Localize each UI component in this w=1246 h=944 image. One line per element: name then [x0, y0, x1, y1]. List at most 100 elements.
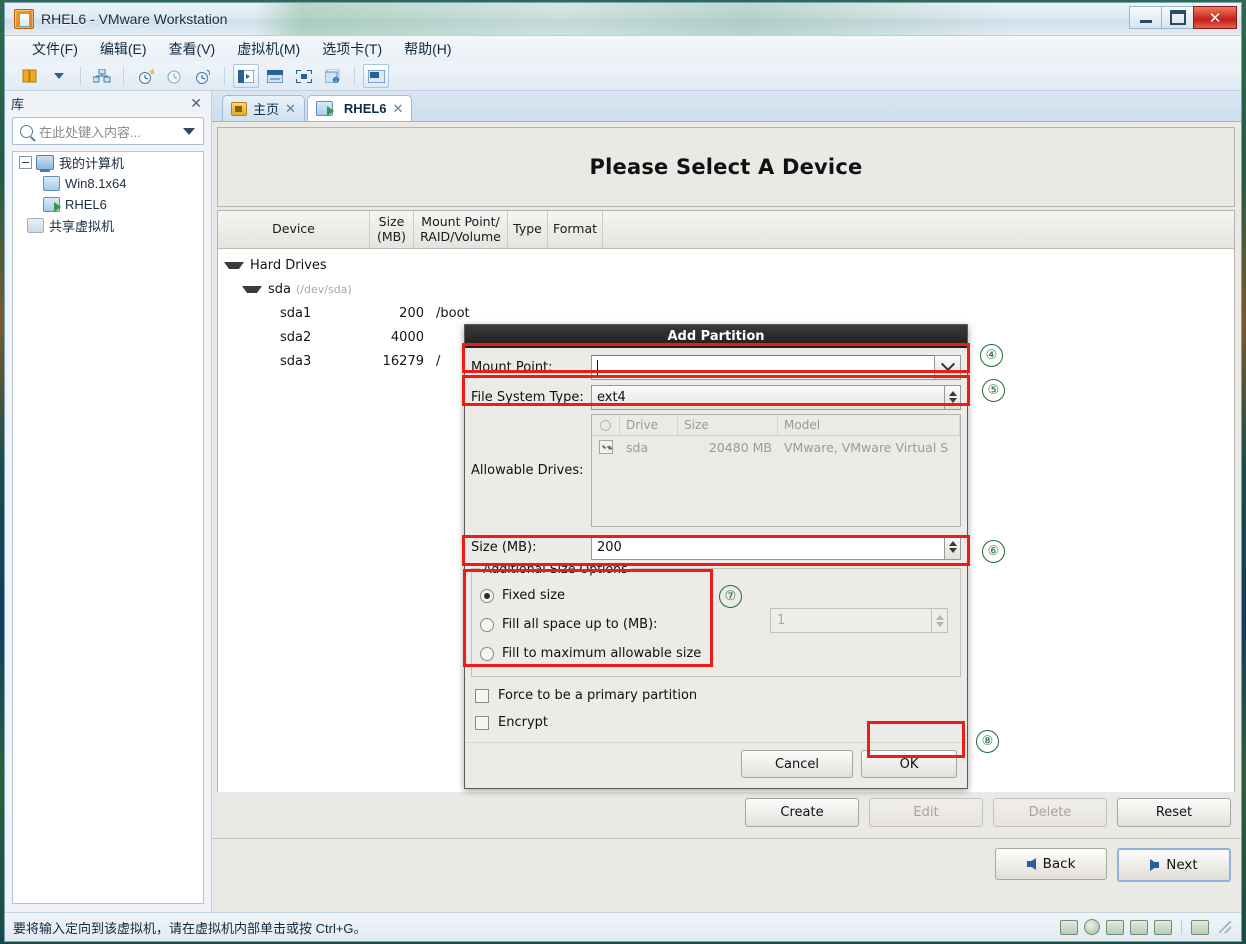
tree-item-win81x64[interactable]: Win8.1x64: [13, 173, 203, 194]
size-input[interactable]: 200: [591, 534, 945, 560]
network-status-icon[interactable]: [1106, 919, 1124, 935]
search-dropdown-icon[interactable]: [183, 127, 195, 135]
menu-view[interactable]: 查看(V): [158, 37, 227, 61]
snapshot-manager-icon[interactable]: [190, 64, 216, 88]
mount-point-input[interactable]: [591, 354, 935, 380]
create-button[interactable]: Create: [745, 798, 859, 827]
delete-button: Delete: [993, 798, 1107, 827]
vm-running-icon: [315, 101, 334, 116]
table-row[interactable]: sda1 200 /boot: [218, 301, 1234, 325]
radio-selected-icon: [480, 588, 494, 603]
fullscreen-icon[interactable]: [291, 64, 317, 88]
library-close-icon[interactable]: ✕: [187, 95, 205, 112]
tab-home[interactable]: 主页 ✕: [222, 95, 305, 121]
tab-close-icon[interactable]: ✕: [285, 101, 296, 117]
vm-running-icon: [43, 197, 61, 212]
column-header-mp-line2: RAID/Volume: [420, 228, 501, 244]
fs-type-select[interactable]: ext4: [591, 384, 945, 410]
window-titlebar: RHEL6 - VMware Workstation ✕: [5, 3, 1241, 36]
menu-tabs[interactable]: 选项卡(T): [311, 37, 393, 61]
checkbox-icon[interactable]: [475, 688, 489, 703]
close-button[interactable]: ✕: [1193, 6, 1237, 29]
status-icons: [1060, 919, 1241, 935]
radio-label: Fill to maximum allowable size: [502, 646, 702, 661]
tree-expander-icon[interactable]: [19, 156, 32, 169]
menu-file[interactable]: 文件(F): [21, 37, 89, 61]
power-icon[interactable]: [17, 64, 43, 88]
menu-help[interactable]: 帮助(H): [393, 37, 462, 61]
column-header-device[interactable]: Device: [218, 211, 370, 248]
toolbar-separator: [123, 67, 124, 85]
dialog-buttons: Cancel OK: [741, 750, 957, 778]
next-button[interactable]: Next: [1117, 848, 1231, 882]
radio-fixed-size[interactable]: Fixed size: [480, 581, 750, 610]
cancel-button[interactable]: Cancel: [741, 750, 853, 778]
chevron-down-icon[interactable]: [46, 64, 72, 88]
minimize-button[interactable]: [1129, 6, 1162, 29]
table-row[interactable]: Hard Drives: [218, 253, 1234, 277]
radio-fill-all-space[interactable]: Fill all space up to (MB):: [480, 610, 750, 639]
tree-item-my-computer[interactable]: 我的计算机: [13, 152, 203, 173]
console-display-icon[interactable]: [363, 64, 389, 88]
row-device: sda3: [280, 353, 312, 369]
tree-label: RHEL6: [65, 197, 107, 212]
column-header-mp-line1: Mount Point/: [421, 214, 500, 230]
restore-button[interactable]: [1161, 6, 1194, 29]
snapshot-revert-icon[interactable]: [161, 64, 187, 88]
column-header-size[interactable]: Size (MB): [370, 211, 414, 248]
column-header-size-line1: Size: [378, 214, 405, 230]
encrypt-row[interactable]: Encrypt: [465, 709, 967, 736]
menu-vm[interactable]: 虚拟机(M): [226, 37, 311, 61]
library-search-box[interactable]: 在此处键入内容...: [12, 117, 204, 145]
radio-fill-max[interactable]: Fill to maximum allowable size: [480, 639, 750, 668]
column-header-type[interactable]: Type: [508, 211, 548, 248]
column-header-format[interactable]: Format: [548, 211, 603, 248]
drives-list-header: Drive Size Model: [592, 415, 960, 436]
column-header-mount-point[interactable]: Mount Point/ RAID/Volume: [414, 211, 508, 248]
unity-mode-icon[interactable]: i: [320, 64, 346, 88]
radio-icon: [480, 646, 494, 661]
mount-point-dropdown-button[interactable]: [935, 354, 961, 380]
manage-icon[interactable]: [89, 64, 115, 88]
harddisk-status-icon[interactable]: [1060, 919, 1078, 935]
allowable-drives-list[interactable]: Drive Size Model sda 20480 MB VMware, VM…: [591, 414, 961, 527]
table-row[interactable]: sda (/dev/sda): [218, 277, 1234, 301]
expander-triangle-icon[interactable]: [224, 261, 244, 269]
fs-type-label: File System Type:: [471, 389, 584, 405]
force-primary-row[interactable]: Force to be a primary partition: [465, 682, 967, 709]
aso-legend: Additional Size Options: [480, 561, 631, 576]
tree-item-rhel6[interactable]: RHEL6: [13, 194, 203, 215]
vmware-icon: [14, 9, 34, 29]
installer-footer: Create Edit Delete Reset Back Next: [212, 792, 1241, 912]
back-button[interactable]: Back: [995, 848, 1107, 880]
expander-triangle-icon[interactable]: [242, 285, 262, 293]
resize-grip[interactable]: [1219, 921, 1231, 933]
usb-status-icon[interactable]: [1154, 919, 1172, 935]
arrow-right-icon: [1150, 859, 1160, 871]
guest-screen[interactable]: Please Select A Device Device Size (MB): [212, 121, 1241, 912]
tab-close-icon[interactable]: ✕: [393, 101, 404, 117]
menu-edit[interactable]: 编辑(E): [89, 37, 158, 61]
fs-type-spinner[interactable]: [945, 384, 961, 410]
next-button-label: Next: [1166, 857, 1198, 873]
show-library-icon[interactable]: [233, 64, 259, 88]
show-console-view-icon[interactable]: [262, 64, 288, 88]
ok-button[interactable]: OK: [861, 750, 957, 778]
toolbar-separator: [224, 67, 225, 85]
tab-rhel6[interactable]: RHEL6 ✕: [306, 95, 413, 121]
tree-label: 我的计算机: [59, 156, 125, 171]
fs-type-row: File System Type: ext4: [465, 382, 967, 412]
drive-checkbox[interactable]: [592, 440, 620, 454]
drive-size: 20480 MB: [708, 439, 772, 455]
chevron-up-icon: [948, 391, 957, 396]
message-log-icon[interactable]: [1191, 919, 1209, 935]
snapshot-take-icon[interactable]: [132, 64, 158, 88]
printer-status-icon[interactable]: [1130, 919, 1148, 935]
size-spinner[interactable]: [945, 534, 961, 560]
drives-list-row[interactable]: sda 20480 MB VMware, VMware Virtual S: [592, 436, 960, 458]
shared-vm-icon: [27, 218, 44, 233]
cdrom-status-icon[interactable]: [1084, 919, 1100, 935]
reset-button[interactable]: Reset: [1117, 798, 1231, 827]
tree-item-shared-vms[interactable]: 共享虚拟机: [13, 215, 203, 236]
checkbox-icon[interactable]: [475, 715, 489, 730]
